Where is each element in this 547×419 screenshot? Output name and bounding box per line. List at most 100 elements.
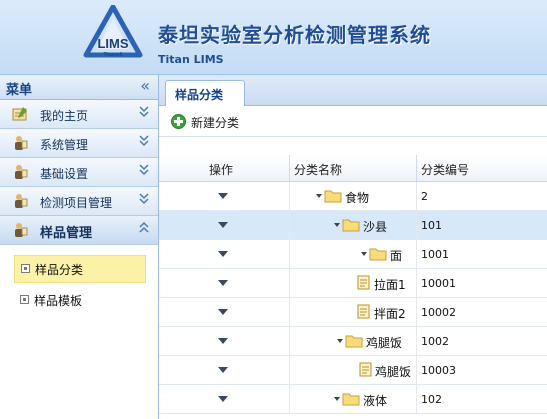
bullet-icon (21, 264, 30, 273)
tab-sample-category[interactable]: 样品分类 (165, 80, 245, 106)
bullet-icon (20, 295, 29, 304)
name-cell: 拌面2 (290, 298, 417, 326)
sidebar-header: 菜单 « (0, 75, 158, 100)
row-menu-icon[interactable] (218, 309, 228, 315)
collapse-sidebar-icon[interactable]: « (140, 76, 150, 95)
file-icon (357, 304, 370, 319)
logo-text: LIMS (97, 36, 128, 51)
main-content: 样品分类 新建分类 操作 分类名称 分类编号 食物 2 沙县 101 面 100… (159, 75, 547, 419)
expand-icon[interactable] (337, 339, 343, 343)
file-icon (359, 362, 372, 377)
home-icon (12, 107, 27, 121)
expand-icon[interactable] (316, 194, 322, 198)
name-cell: 鸡腿饭 (290, 327, 417, 355)
action-cell (159, 356, 290, 384)
nav-sample-template[interactable]: 样品模板 (14, 287, 146, 313)
category-code: 102 (421, 393, 442, 406)
category-code: 1002 (421, 335, 449, 348)
column-header-label: 分类编号 (421, 163, 470, 177)
table-row[interactable]: 鸡腿饭 1002 (159, 327, 547, 356)
user-icon (15, 136, 28, 150)
row-menu-icon[interactable] (218, 338, 228, 344)
code-cell: 10001 (417, 269, 547, 297)
column-header-action[interactable]: 操作 (159, 155, 290, 181)
code-cell: 10003 (417, 356, 547, 384)
folder-icon (345, 335, 363, 348)
chevron-up-icon (139, 221, 149, 233)
row-menu-icon[interactable] (218, 367, 228, 373)
app-header: LIMS Titansoft 泰坦实验室分析检测管理系统 Titan LIMS (0, 0, 547, 75)
add-icon (171, 114, 186, 129)
sidebar-item-sample-management[interactable]: 样品管理 (0, 216, 158, 245)
table-row[interactable]: 沙县 101 (159, 211, 547, 240)
tab-bar: 样品分类 (159, 75, 547, 106)
nav-label: 样品分类 (35, 263, 84, 277)
action-cell (159, 269, 290, 297)
code-cell: 1002 (417, 327, 547, 355)
row-menu-icon[interactable] (218, 222, 228, 228)
user-icon (15, 223, 28, 237)
chevron-down-icon (139, 106, 149, 118)
table-row[interactable]: 拌面2 10002 (159, 298, 547, 327)
action-cell (159, 385, 290, 413)
user-icon (15, 165, 28, 179)
action-cell (159, 211, 290, 239)
action-cell (159, 240, 290, 268)
table-row[interactable]: 鸡腿饭 10003 (159, 356, 547, 385)
chevron-down-icon (139, 135, 149, 147)
expand-icon[interactable] (334, 223, 340, 227)
app-title: 泰坦实验室分析检测管理系统 (158, 23, 431, 47)
folder-icon (342, 219, 360, 232)
table-row[interactable]: 拉面1 10001 (159, 269, 547, 298)
category-name: 鸡腿饭 (366, 336, 403, 350)
column-header-name[interactable]: 分类名称 (290, 155, 417, 181)
category-code: 10003 (421, 364, 456, 377)
code-cell: 2 (417, 182, 547, 210)
name-cell: 液体 (290, 385, 417, 413)
table-row[interactable]: 面 1001 (159, 240, 547, 269)
nav-label: 样品模板 (34, 294, 83, 308)
sidebar-item-test-items[interactable]: 检测项目管理 (0, 187, 158, 216)
category-name: 鸡腿饭 (375, 365, 412, 379)
expand-icon[interactable] (334, 397, 340, 401)
row-menu-icon[interactable] (218, 280, 228, 286)
column-header-code[interactable]: 分类编号 (417, 155, 547, 181)
sidebar-item-system[interactable]: 系统管理 (0, 129, 158, 158)
category-name: 液体 (363, 394, 388, 408)
chevron-down-icon (139, 164, 149, 176)
action-cell (159, 327, 290, 355)
row-menu-icon[interactable] (218, 251, 228, 257)
table-row[interactable]: 液体 102 (159, 385, 547, 414)
sidebar-item-basic-settings[interactable]: 基础设置 (0, 158, 158, 187)
sidebar-item-label: 样品管理 (40, 226, 93, 241)
name-cell: 拉面1 (290, 269, 417, 297)
category-tree-grid: 操作 分类名称 分类编号 食物 2 沙县 101 面 1001 拉面1 1000… (159, 155, 547, 414)
name-cell: 鸡腿饭 (290, 356, 417, 384)
new-category-label: 新建分类 (191, 116, 240, 130)
category-name: 面 (390, 249, 403, 263)
table-row[interactable]: 食物 2 (159, 182, 547, 211)
sidebar-item-home[interactable]: 我的主页 (0, 100, 158, 129)
tab-label: 样品分类 (175, 88, 224, 102)
nav-sample-category[interactable]: 样品分类 (14, 255, 146, 283)
lims-logo: LIMS Titansoft (83, 5, 143, 58)
category-code: 1001 (421, 248, 449, 261)
sidebar-item-label: 我的主页 (40, 109, 89, 123)
toolbar: 新建分类 (159, 106, 547, 137)
sidebar-item-label: 系统管理 (40, 138, 89, 152)
expand-icon[interactable] (361, 252, 367, 256)
category-name: 拌面2 (374, 307, 406, 321)
category-name: 拉面1 (374, 278, 406, 292)
category-code: 2 (421, 190, 428, 203)
code-cell: 1001 (417, 240, 547, 268)
app-subtitle: Titan LIMS (158, 53, 224, 66)
name-cell: 食物 (290, 182, 417, 210)
name-cell: 沙县 (290, 211, 417, 239)
sample-submenu: 样品分类 样品模板 (0, 245, 158, 313)
sidebar-item-label: 检测项目管理 (40, 196, 113, 210)
row-menu-icon[interactable] (218, 193, 228, 199)
row-menu-icon[interactable] (218, 396, 228, 402)
category-name: 食物 (345, 191, 370, 205)
action-cell (159, 182, 290, 210)
folder-icon (324, 190, 342, 203)
